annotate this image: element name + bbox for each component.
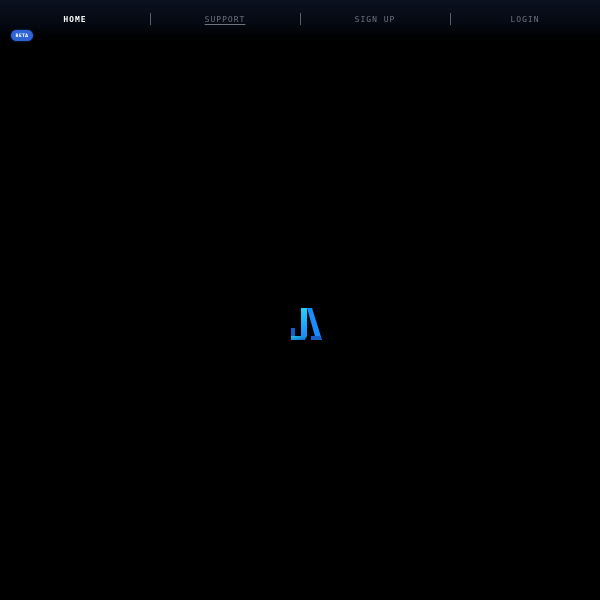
nav-support[interactable]: SUPPORT [150,0,300,38]
nav-home-label: HOME [63,14,87,24]
nav-login[interactable]: LOGIN [450,0,600,38]
brand-logo-icon [289,306,325,342]
logo-main-column [301,308,307,336]
logo-diagonal-leg [307,308,322,340]
nav-sign-up-label: SIGN UP [354,14,396,24]
nav-sign-up[interactable]: SIGN UP [300,0,450,38]
top-navigation: HOME SUPPORT SIGN UP LOGIN [0,0,600,38]
beta-badge: BETA [11,30,33,41]
nav-support-label: SUPPORT [204,14,246,24]
beta-badge-label: BETA [15,33,29,38]
logo-bottom-bar [291,336,307,340]
nav-login-label: LOGIN [510,14,540,24]
